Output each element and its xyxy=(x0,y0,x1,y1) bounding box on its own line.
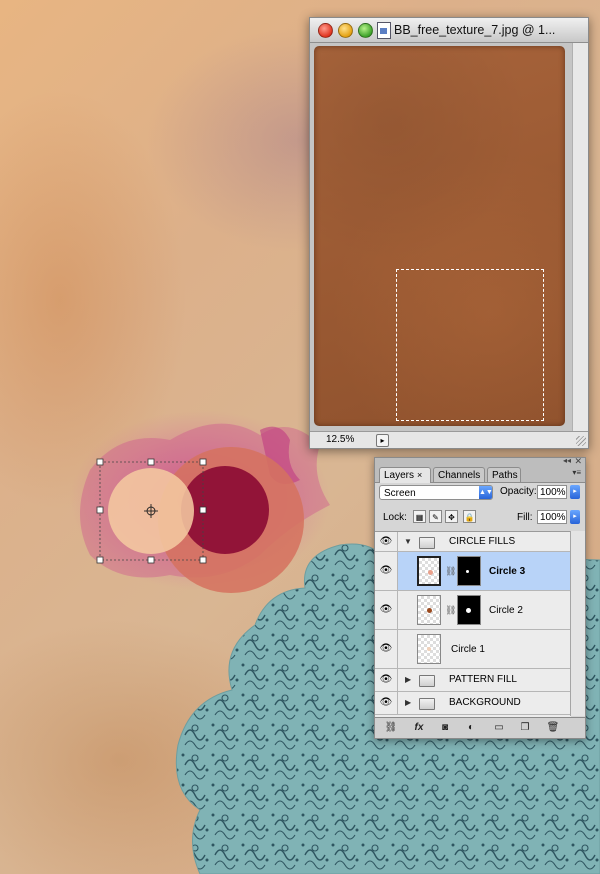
layer-thumbnail[interactable] xyxy=(417,556,441,586)
tab-close-icon[interactable]: × xyxy=(417,470,422,480)
mask-link-icon[interactable]: ⛓ xyxy=(445,605,456,616)
layer-group-circle-fills[interactable]: 👁 ▼ CIRCLE FILLS xyxy=(375,532,571,552)
new-layer-icon[interactable]: ❐ xyxy=(517,721,533,735)
folder-icon xyxy=(419,537,435,549)
layer-thumbnail[interactable] xyxy=(417,595,441,625)
document-file-icon xyxy=(377,22,391,39)
tab-layers-label: Layers xyxy=(384,470,415,481)
visibility-eye-icon[interactable]: 👁 xyxy=(379,697,393,708)
document-window[interactable]: BB_free_texture_7.jpg @ 1... 12.5% ▸ xyxy=(309,17,589,449)
resize-grip-icon[interactable] xyxy=(576,436,586,446)
layers-panel[interactable]: ◂◂ ✕ Layers × Channels Paths ▾≡ Screen ▲▼ … xyxy=(374,456,586,739)
layer-list-scrollbar[interactable] xyxy=(570,531,585,716)
layer-group-background[interactable]: 👁 ▶ BACKGROUND xyxy=(375,692,571,715)
link-layers-icon[interactable]: ⛓ xyxy=(383,721,399,735)
visibility-eye-icon[interactable]: 👁 xyxy=(379,643,393,654)
minimize-window-button[interactable] xyxy=(338,23,353,38)
marquee-selection[interactable] xyxy=(396,269,544,421)
tab-paths[interactable]: Paths xyxy=(487,467,521,482)
layer-name: BACKGROUND xyxy=(449,697,521,708)
lock-label: Lock: xyxy=(383,512,407,523)
lock-all-icon[interactable]: 🔒 xyxy=(463,510,476,523)
folder-icon xyxy=(419,698,435,710)
panel-header[interactable]: ◂◂ ✕ xyxy=(375,456,585,466)
layer-thumbnail[interactable] xyxy=(417,634,441,664)
layer-style-fx-icon[interactable]: fx xyxy=(411,721,427,735)
mask-link-icon[interactable]: ⛓ xyxy=(445,566,456,577)
document-title: BB_free_texture_7.jpg @ 1... xyxy=(394,23,556,37)
document-vertical-scrollbar[interactable] xyxy=(572,43,588,431)
opacity-slider-button[interactable]: ▸ xyxy=(570,485,580,499)
circle-fill-2 xyxy=(181,466,269,554)
group-collapsed-triangle-icon[interactable]: ▶ xyxy=(405,698,411,707)
layer-group-pattern-fill[interactable]: 👁 ▶ PATTERN FILL xyxy=(375,669,571,692)
blend-mode-select[interactable]: Screen ▲▼ xyxy=(379,485,493,500)
layer-list[interactable]: 👁 ▼ CIRCLE FILLS 👁 ⛓ Circle 3 👁 ⛓ Circle… xyxy=(375,531,571,717)
panel-menu-icon[interactable]: ▾≡ xyxy=(572,468,581,477)
add-mask-icon[interactable]: ◙ xyxy=(437,721,453,735)
layer-circle-1[interactable]: 👁 Circle 1 xyxy=(375,630,571,669)
fill-label: Fill: xyxy=(517,512,533,523)
delete-layer-icon[interactable]: 🗑 xyxy=(545,721,561,735)
layer-name: Circle 3 xyxy=(489,566,526,577)
select-arrows-icon: ▲▼ xyxy=(479,486,493,499)
lock-transparency-icon[interactable]: ▦ xyxy=(413,510,426,523)
tab-layers[interactable]: Layers × xyxy=(379,467,431,483)
visibility-eye-icon[interactable]: 👁 xyxy=(379,565,393,576)
lock-image-icon[interactable]: ✎ xyxy=(429,510,442,523)
document-status-bar: 12.5% ▸ xyxy=(310,431,588,448)
close-window-button[interactable] xyxy=(318,23,333,38)
tab-channels[interactable]: Channels xyxy=(433,467,485,482)
layer-name: Circle 1 xyxy=(451,644,485,655)
layer-name: Circle 2 xyxy=(489,605,523,616)
visibility-eye-icon[interactable]: 👁 xyxy=(379,674,393,685)
new-group-icon[interactable]: ▭ xyxy=(491,721,507,735)
layer-name: PATTERN FILL xyxy=(449,674,517,685)
adjustment-layer-icon[interactable]: ◐ xyxy=(463,721,479,735)
visibility-eye-icon[interactable]: 👁 xyxy=(379,604,393,615)
fill-input[interactable]: 100% xyxy=(537,510,567,524)
status-menu-icon[interactable]: ▸ xyxy=(376,434,389,447)
folder-icon xyxy=(419,675,435,687)
group-expanded-triangle-icon[interactable]: ▼ xyxy=(404,537,412,546)
blend-row: Screen ▲▼ Opacity: 100% ▸ xyxy=(379,485,581,503)
fill-slider-button[interactable]: ▸ xyxy=(570,510,580,524)
opacity-input[interactable]: 100% xyxy=(537,485,567,499)
layer-mask-thumbnail[interactable] xyxy=(457,556,481,586)
opacity-label: Opacity: xyxy=(500,486,537,497)
layer-mask-thumbnail[interactable] xyxy=(457,595,481,625)
lock-row: Lock: ▦ ✎ ✥ 🔒 Fill: 100% ▸ xyxy=(379,510,581,528)
layers-panel-footer: ⛓ fx ◙ ◐ ▭ ❐ 🗑 xyxy=(375,717,585,738)
collapse-panel-icon[interactable]: ◂◂ xyxy=(563,456,571,465)
document-titlebar[interactable]: BB_free_texture_7.jpg @ 1... xyxy=(310,18,588,43)
zoom-level[interactable]: 12.5% xyxy=(326,434,354,445)
layer-circle-2[interactable]: 👁 ⛓ Circle 2 xyxy=(375,591,571,630)
group-collapsed-triangle-icon[interactable]: ▶ xyxy=(405,675,411,684)
blend-mode-value: Screen xyxy=(384,488,416,499)
layer-name: CIRCLE FILLS xyxy=(449,536,516,547)
visibility-eye-icon[interactable]: 👁 xyxy=(379,536,393,547)
lock-position-icon[interactable]: ✥ xyxy=(445,510,458,523)
document-viewport[interactable] xyxy=(310,43,572,431)
panel-tabs: Layers × Channels Paths ▾≡ xyxy=(375,466,585,483)
layer-circle-3[interactable]: 👁 ⛓ Circle 3 xyxy=(375,552,571,591)
zoom-window-button[interactable] xyxy=(358,23,373,38)
